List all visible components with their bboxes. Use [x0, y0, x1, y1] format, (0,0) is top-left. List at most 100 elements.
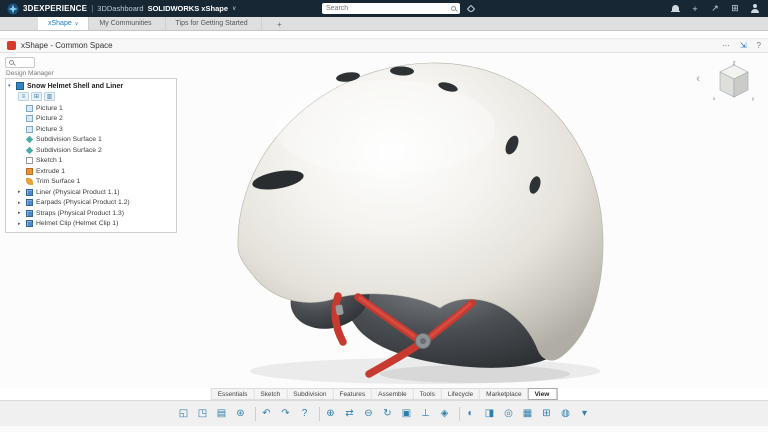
app-name[interactable]: SOLIDWORKS xShape — [148, 4, 228, 13]
browser-tab[interactable]: xShape ∨ — [38, 17, 89, 30]
tree-root-node[interactable]: ▾ Snow Helmet Shell and Liner — [8, 81, 174, 91]
help-icon[interactable]: ? — [757, 41, 761, 50]
tree-item[interactable]: Extrude 1 — [8, 166, 174, 177]
subdiv-icon — [26, 147, 33, 154]
tab-label: My Communities — [99, 20, 151, 27]
rotate-icon[interactable]: ↻ — [379, 405, 396, 423]
display-settings-icon[interactable]: ◍ — [557, 405, 574, 423]
tree-item[interactable]: Picture 2 — [8, 114, 174, 125]
ribbon-tab[interactable]: Features — [333, 389, 372, 399]
helmet-3d-model[interactable] — [190, 53, 660, 388]
view-cube[interactable]: z x y — [708, 59, 760, 105]
browser-tab[interactable]: Tips for Getting Started — [166, 17, 262, 30]
tree-item-label: Liner (Physical Product 1.1) — [36, 189, 120, 196]
redo-icon[interactable]: ↷ — [277, 405, 294, 423]
hide-show-icon[interactable]: ◎ — [500, 405, 517, 423]
more-icon[interactable]: ⋯ — [722, 41, 730, 50]
profile-icon[interactable] — [749, 3, 761, 15]
topbar-actions: + ↗ ⊞ — [669, 3, 761, 15]
product-icon — [26, 210, 33, 217]
undo-icon[interactable]: ↶ — [258, 405, 275, 423]
extrude-icon — [26, 168, 33, 175]
tree-item[interactable]: Sketch 1 — [8, 156, 174, 167]
tree-grid-view-button[interactable]: ⊞ — [31, 92, 42, 101]
tree-item[interactable]: ▸ Liner (Physical Product 1.1) — [8, 187, 174, 198]
tree-item-label: Sketch 1 — [36, 157, 62, 164]
strap-clip-center — [420, 338, 426, 344]
tree-item-label: Picture 2 — [36, 115, 63, 122]
dashboard-link[interactable]: 3DDashboard — [97, 4, 143, 13]
multi-view-icon[interactable]: ⊞ — [538, 405, 555, 423]
ribbon-tab[interactable]: Essentials — [212, 389, 255, 399]
normal-to-icon[interactable]: ⊥ — [417, 405, 434, 423]
ribbon-tab-bar: Essentials Sketch Subdivision Features A… — [211, 388, 558, 400]
app-switcher-caret-icon[interactable]: ∨ — [232, 5, 236, 12]
tree-item[interactable]: Subdivision Surface 1 — [8, 135, 174, 146]
zoom-icon[interactable]: ⊖ — [360, 405, 377, 423]
tree-item[interactable]: Subdivision Surface 2 — [8, 145, 174, 156]
iso-view-icon[interactable]: ◈ — [436, 405, 453, 423]
tree-item-label: Picture 3 — [36, 126, 63, 133]
tree-detail-view-button[interactable]: ▥ — [44, 92, 55, 101]
sketch-icon — [26, 157, 33, 164]
tree-list-view-button[interactable]: ≡ — [18, 92, 29, 101]
design-tree: ▾ Snow Helmet Shell and Liner ≡ ⊞ ▥ — [5, 78, 177, 233]
render-style-icon[interactable]: ◐ — [462, 405, 479, 423]
ribbon-tab[interactable]: Lifecycle — [442, 389, 480, 399]
tree-item[interactable]: Picture 1 — [8, 103, 174, 114]
panel-search-box[interactable] — [5, 57, 35, 68]
help-toolbar-icon[interactable]: ? — [296, 405, 313, 423]
tab-label: xShape — [48, 20, 72, 27]
add-icon[interactable]: + — [689, 3, 701, 15]
share-3d-icon[interactable]: ◱ — [175, 405, 192, 423]
ground-icon[interactable]: ▦ — [519, 405, 536, 423]
tree-item-label: Extrude 1 — [36, 168, 65, 175]
search-icon[interactable] — [451, 6, 456, 11]
export-icon[interactable]: ◳ — [194, 405, 211, 423]
tree-item[interactable]: ▸ Earpads (Physical Product 1.2) — [8, 198, 174, 209]
share-icon[interactable]: ↗ — [709, 3, 721, 15]
search-input[interactable] — [326, 3, 451, 14]
apps-grid-icon[interactable]: ⊞ — [729, 3, 741, 15]
tree-item[interactable]: Picture 3 — [8, 124, 174, 135]
tree-item[interactable]: Trim Surface 1 — [8, 177, 174, 188]
compass-logo-icon[interactable] — [7, 3, 19, 15]
notifications-icon[interactable] — [669, 3, 681, 15]
tree-item-label: Subdivision Surface 2 — [36, 147, 102, 154]
search-box[interactable] — [322, 3, 460, 14]
new-tab-button[interactable]: + — [268, 17, 291, 31]
ribbon-tab[interactable]: Tools — [414, 389, 442, 399]
tag-icon — [467, 5, 475, 13]
tree-item-label: Trim Surface 1 — [36, 178, 80, 185]
tree-item[interactable]: ▸ Helmet Clip (Helmet Clip 1) — [8, 219, 174, 230]
capture-icon[interactable]: ▤ — [213, 405, 230, 423]
section-icon[interactable]: ◨ — [481, 405, 498, 423]
helmet-highlight — [275, 80, 495, 176]
expander-icon: ▸ — [18, 210, 23, 216]
pan-icon[interactable]: ⇄ — [341, 405, 358, 423]
app-header-actions: ⋯ ⇲ ? — [722, 41, 761, 50]
tag-button[interactable] — [466, 4, 476, 14]
ribbon-tab[interactable]: View — [529, 389, 557, 399]
fullscreen-icon[interactable]: ⇲ — [740, 41, 747, 50]
zoom-area-icon[interactable]: ⊕ — [322, 405, 339, 423]
tree-item-label: Subdivision Surface 1 — [36, 136, 102, 143]
main-viewport[interactable]: Design Manager ▾ Snow Helmet Shell and L… — [0, 53, 768, 388]
brand-text: 3DEXPERIENCE — [23, 4, 87, 13]
root-expander-icon[interactable]: ▾ — [8, 83, 13, 89]
fit-all-icon[interactable]: ▣ — [398, 405, 415, 423]
expander-icon: ▸ — [18, 221, 23, 227]
tree-item[interactable]: ▸ Straps (Physical Product 1.3) — [8, 208, 174, 219]
expand-toolbar-icon[interactable]: ▾ — [576, 405, 593, 423]
ribbon-tab[interactable]: Marketplace — [480, 389, 528, 399]
ribbon-tab[interactable]: Sketch — [254, 389, 287, 399]
picture-icon — [26, 126, 33, 133]
tree-filter-row: ≡ ⊞ ▥ — [18, 92, 174, 101]
browser-tab[interactable]: My Communities — [89, 17, 165, 30]
toolbar-icon — [251, 407, 256, 421]
trim-icon — [26, 178, 33, 185]
ribbon-tab[interactable]: Subdivision — [287, 389, 333, 399]
preferences-icon[interactable]: ⊛ — [232, 405, 249, 423]
collapse-right-panel-icon[interactable]: ‹ — [696, 73, 700, 85]
ribbon-tab[interactable]: Assemble — [372, 389, 414, 399]
